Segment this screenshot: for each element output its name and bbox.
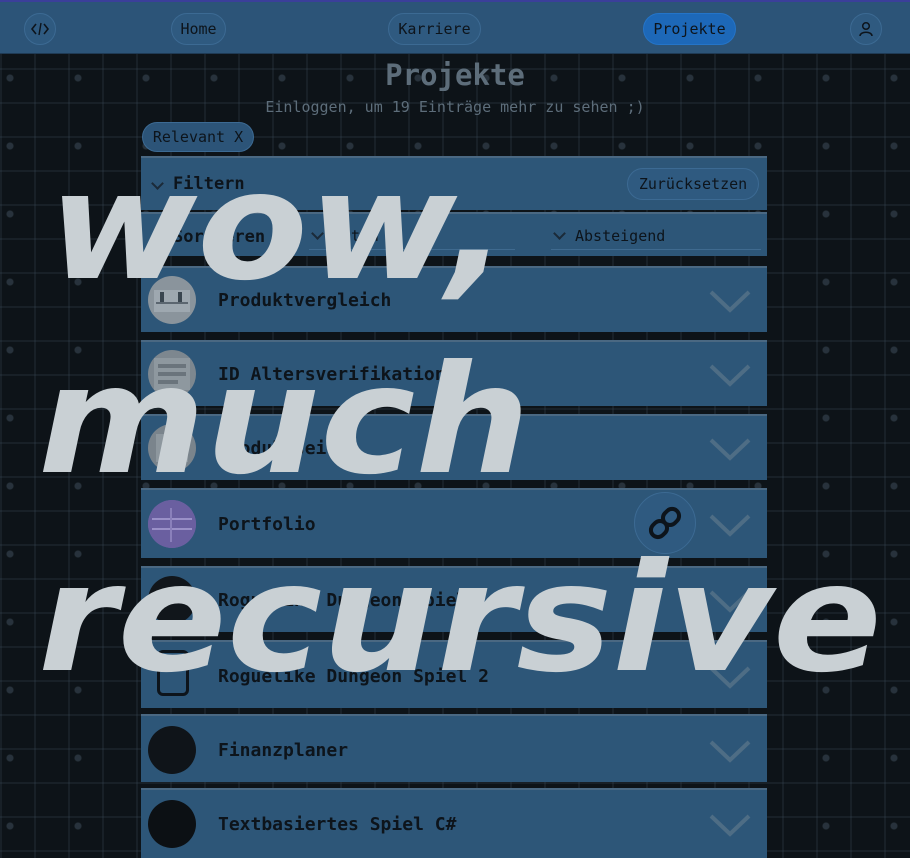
user-icon — [859, 21, 873, 37]
nav-projects[interactable]: Projekte — [643, 13, 736, 45]
project-title: ID Altersverifikation — [218, 364, 446, 385]
link-button[interactable] — [634, 492, 696, 554]
top-navigation: Home Karriere Projekte — [0, 0, 910, 54]
project-item[interactable]: Textbasiertes Spiel C# — [141, 788, 767, 858]
product-page-thumbnail — [148, 424, 196, 472]
sort-field-select[interactable]: Datum — [309, 224, 515, 250]
project-title: Produktvergleich — [218, 290, 392, 311]
project-item[interactable]: Finanzplaner — [141, 714, 767, 782]
sort-panel: Sortieren Datum Absteigend — [141, 212, 767, 256]
chevron-down-icon — [151, 177, 164, 190]
sort-order-value: Absteigend — [575, 227, 666, 245]
filter-label: Filtern — [173, 174, 245, 194]
chevron-down-icon[interactable] — [709, 286, 751, 316]
sort-field-value: Datum — [333, 227, 379, 245]
terminal-thumbnail — [148, 800, 196, 848]
project-item[interactable]: ID Altersverifikation — [141, 340, 767, 406]
project-title: Roguelike Dungeon Spiel — [218, 590, 468, 611]
finance-thumbnail — [148, 726, 196, 774]
page-subtitle: Einloggen, um 19 Einträge mehr zu sehen … — [265, 98, 645, 116]
form-thumbnail — [148, 350, 196, 398]
chevron-down-icon[interactable] — [709, 736, 751, 766]
nav-home[interactable]: Home — [171, 13, 226, 45]
chevron-down-icon[interactable] — [709, 810, 751, 840]
page-title: Projekte — [385, 58, 525, 92]
chevron-down-icon[interactable] — [709, 662, 751, 692]
project-title: Textbasiertes Spiel C# — [218, 814, 457, 835]
game-thumbnail — [148, 576, 196, 624]
sort-label: Sortieren — [173, 227, 266, 247]
project-title: Roguelike Dungeon Spiel 2 — [218, 666, 489, 687]
chevron-down-icon[interactable] — [709, 586, 751, 616]
chevron-down-icon — [311, 227, 324, 240]
filter-panel[interactable]: Filtern Zurücksetzen — [141, 156, 767, 210]
active-filter-chip[interactable]: Relevant X — [142, 122, 254, 152]
chevron-down-icon — [553, 227, 566, 240]
reset-button[interactable]: Zurücksetzen — [627, 168, 759, 200]
link-icon — [648, 506, 682, 540]
code-icon-button[interactable] — [24, 13, 56, 45]
project-item[interactable]: Produktseite — [141, 414, 767, 480]
project-item[interactable]: Roguelike Dungeon Spiel — [141, 566, 767, 632]
project-title: Finanzplaner — [218, 740, 349, 761]
nav-career[interactable]: Karriere — [388, 13, 481, 45]
chevron-down-icon[interactable] — [709, 360, 751, 390]
phone-icon — [157, 650, 189, 696]
portfolio-thumbnail — [148, 500, 196, 548]
chevron-down-icon[interactable] — [709, 510, 751, 540]
comparison-thumbnail — [148, 276, 196, 324]
project-title: Portfolio — [218, 514, 316, 535]
sort-order-select[interactable]: Absteigend — [551, 224, 761, 250]
project-item[interactable]: Produktvergleich — [141, 266, 767, 332]
chevron-down-icon[interactable] — [709, 434, 751, 464]
project-item[interactable]: Roguelike Dungeon Spiel 2 — [141, 640, 767, 708]
user-icon-button[interactable] — [850, 13, 882, 45]
project-title: Produktseite — [218, 438, 349, 459]
code-icon — [31, 22, 49, 36]
